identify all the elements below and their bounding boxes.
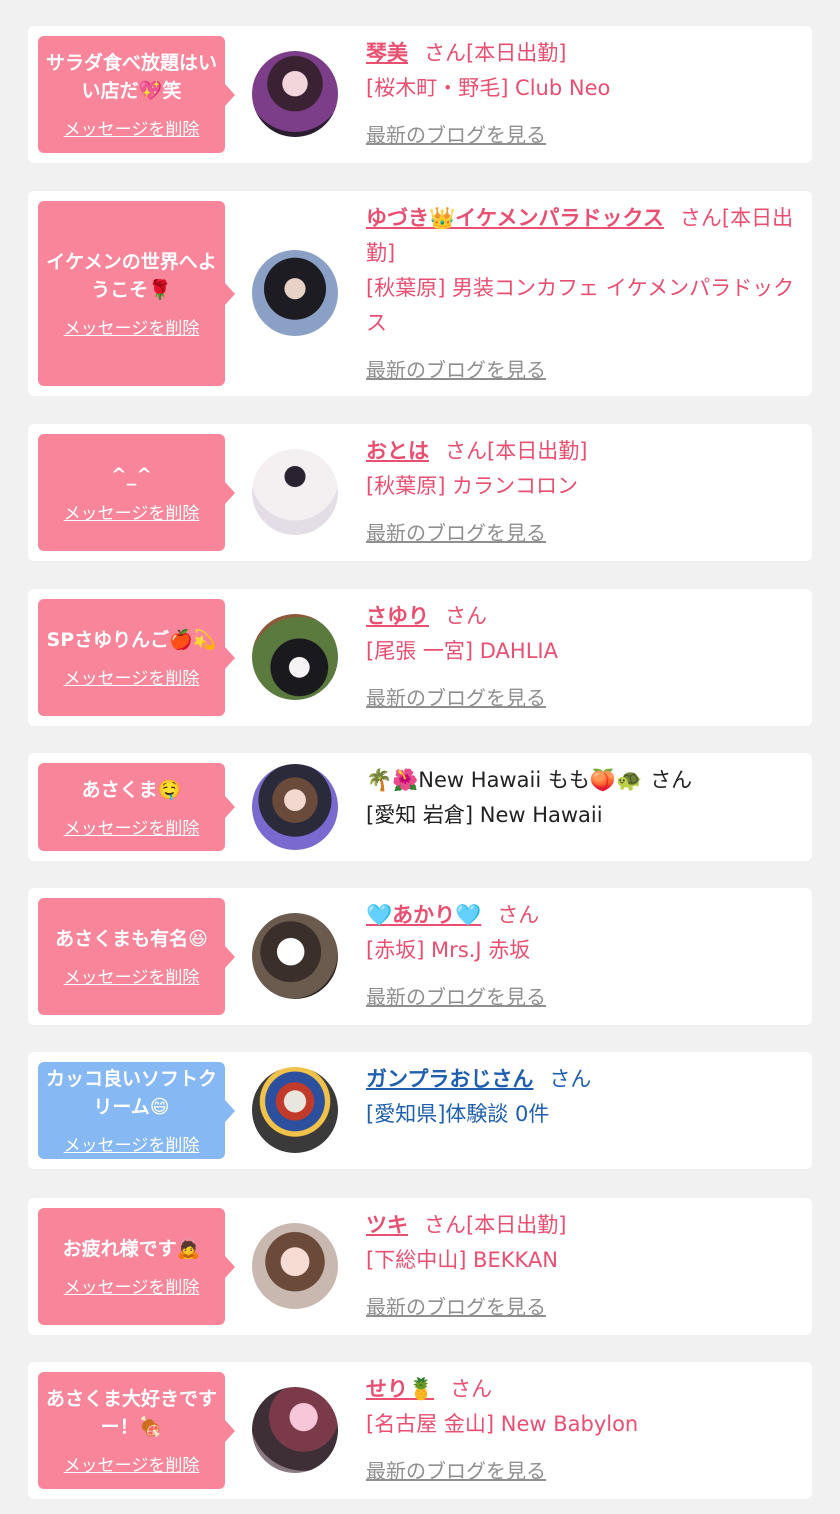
profile-name-link[interactable]: ツキ [366, 1213, 408, 1237]
shop-label: [赤坂] Mrs.J 赤坂 [366, 938, 531, 962]
profile-info: おとは さん[本日出勤] [秋葉原] カランコロン 最新のブログを見る [366, 434, 800, 551]
shop-label: [秋葉原] 男装コンカフェ イケメンパラドックス [366, 276, 795, 335]
shop-label: [秋葉原] カランコロン [366, 474, 579, 498]
honorific-status: さん [450, 1377, 493, 1401]
avatar[interactable] [252, 1387, 338, 1473]
delete-message-link[interactable]: メッセージを削除 [64, 115, 200, 140]
delete-message-link[interactable]: メッセージを削除 [64, 814, 200, 839]
favorite-card: イケメンの世界へようこそ🌹 メッセージを削除 ゆづき👑イケメンパラドックス さん[… [28, 191, 812, 396]
latest-blog-link[interactable]: 最新のブログを見る [366, 1290, 800, 1325]
delete-message-link[interactable]: メッセージを削除 [64, 314, 200, 339]
shop-label: [下総中山] BEKKAN [366, 1248, 558, 1272]
profile-info: ゆづき👑イケメンパラドックス さん[本日出勤] [秋葉原] 男装コンカフェ イケメ… [366, 201, 800, 388]
message-text: ^_^ [110, 464, 153, 486]
avatar[interactable] [252, 913, 338, 999]
message-text: イケメンの世界へようこそ🌹 [46, 251, 217, 301]
delete-message-link[interactable]: メッセージを削除 [64, 664, 200, 689]
profile-info: さゆり さん [尾張 一宮] DAHLIA 最新のブログを見る [366, 599, 800, 716]
latest-blog-link[interactable]: 最新のブログを見る [366, 681, 800, 716]
message-text: サラダ食べ放題はいい店だ💖笑 [46, 52, 218, 102]
shop-label: [桜木町・野毛] Club Neo [366, 76, 611, 100]
favorite-card: カッコ良いソフトクリーム😄 メッセージを削除 ガンプラおじさん さん [愛知県]体… [28, 1052, 812, 1169]
message-bubble: SPさゆりんご🍎💫 メッセージを削除 [38, 599, 235, 716]
message-bubble: カッコ良いソフトクリーム😄 メッセージを削除 [38, 1062, 235, 1159]
shop-label: [尾張 一宮] DAHLIA [366, 639, 558, 663]
latest-blog-link[interactable]: 最新のブログを見る [366, 118, 800, 153]
favorite-card: SPさゆりんご🍎💫 メッセージを削除 さゆり さん [尾張 一宮] DAHLIA … [28, 589, 812, 726]
honorific-status: さん[本日出勤] [424, 41, 567, 65]
message-bubble: サラダ食べ放題はいい店だ💖笑 メッセージを削除 [38, 36, 235, 153]
delete-message-link[interactable]: メッセージを削除 [64, 963, 200, 988]
profile-name-link[interactable]: さゆり [366, 604, 429, 628]
message-text: SPさゆりんご🍎💫 [46, 629, 217, 651]
profile-info: 🌴🌺New Hawaii もも🍑🐢 さん [愛知 岩倉] New Hawaii [366, 763, 800, 833]
avatar[interactable] [252, 449, 338, 535]
message-text: あさくま🤤 [81, 778, 182, 801]
delete-message-link[interactable]: メッセージを削除 [64, 1131, 200, 1156]
profile-name-link[interactable]: ゆづき👑イケメンパラドックス [366, 206, 664, 230]
honorific-status: さん[本日出勤] [424, 1213, 567, 1237]
honorific-status: さん [445, 604, 487, 628]
avatar[interactable] [252, 250, 338, 336]
shop-label: [愛知 岩倉] New Hawaii [366, 803, 603, 827]
honorific-status: さん [650, 768, 693, 792]
honorific-status: さん [497, 903, 540, 927]
message-bubble: あさくま🤤 メッセージを削除 [38, 763, 235, 851]
latest-blog-link[interactable]: 最新のブログを見る [366, 980, 800, 1015]
shop-label: [名古屋 金山] New Babylon [366, 1412, 639, 1436]
favorite-card: お疲れ様です🙇 メッセージを削除 ツキ さん[本日出勤] [下総中山] BEKKA… [28, 1198, 812, 1335]
message-bubble: あさくま大好きですー！🍖 メッセージを削除 [38, 1372, 235, 1489]
honorific-status: さん[本日出勤] [445, 439, 588, 463]
profile-name-link[interactable]: 琴美 [366, 41, 408, 65]
delete-message-link[interactable]: メッセージを削除 [64, 1451, 200, 1476]
profile-info: せり🍍 さん [名古屋 金山] New Babylon 最新のブログを見る [366, 1372, 800, 1489]
profile-name-link[interactable]: おとは [366, 439, 429, 463]
profile-info: 琴美 さん[本日出勤] [桜木町・野毛] Club Neo 最新のブログを見る [366, 36, 800, 153]
favorite-card: あさくまも有名😆 メッセージを削除 🩵あかり🩵 さん [赤坂] Mrs.J 赤坂 … [28, 888, 812, 1025]
favorites-message-list: サラダ食べ放題はいい店だ💖笑 メッセージを削除 琴美 さん[本日出勤] [桜木町・… [0, 0, 840, 1514]
profile-info: 🩵あかり🩵 さん [赤坂] Mrs.J 赤坂 最新のブログを見る [366, 898, 800, 1015]
avatar[interactable] [252, 764, 338, 850]
message-text: あさくま大好きですー！🍖 [46, 1388, 218, 1438]
delete-message-link[interactable]: メッセージを削除 [64, 1273, 200, 1298]
message-bubble: イケメンの世界へようこそ🌹 メッセージを削除 [38, 201, 235, 386]
message-text: あさくまも有名😆 [55, 928, 208, 950]
avatar[interactable] [252, 614, 338, 700]
profile-name-link[interactable]: ガンプラおじさん [366, 1067, 533, 1091]
profile-name-link[interactable]: せり🍍 [366, 1377, 434, 1401]
message-text: お疲れ様です🙇 [62, 1238, 201, 1260]
avatar[interactable] [252, 1067, 338, 1153]
avatar[interactable] [252, 51, 338, 137]
latest-blog-link[interactable]: 最新のブログを見る [366, 353, 800, 388]
message-bubble: お疲れ様です🙇 メッセージを削除 [38, 1208, 235, 1325]
profile-info: ツキ さん[本日出勤] [下総中山] BEKKAN 最新のブログを見る [366, 1208, 800, 1325]
delete-message-link[interactable]: メッセージを削除 [64, 499, 200, 524]
latest-blog-link[interactable]: 最新のブログを見る [366, 516, 800, 551]
favorite-card: あさくま🤤 メッセージを削除 🌴🌺New Hawaii もも🍑🐢 さん [愛知 岩… [28, 753, 812, 861]
profile-info: ガンプラおじさん さん [愛知県]体験談 0件 [366, 1062, 800, 1132]
favorite-card: サラダ食べ放題はいい店だ💖笑 メッセージを削除 琴美 さん[本日出勤] [桜木町・… [28, 26, 812, 163]
message-bubble: あさくまも有名😆 メッセージを削除 [38, 898, 235, 1015]
profile-name-link[interactable]: 🩵あかり🩵 [366, 903, 481, 927]
avatar[interactable] [252, 1223, 338, 1309]
favorite-card: あさくま大好きですー！🍖 メッセージを削除 せり🍍 さん [名古屋 金山] New… [28, 1362, 812, 1499]
message-bubble: ^_^ メッセージを削除 [38, 434, 235, 551]
favorite-card: ^_^ メッセージを削除 おとは さん[本日出勤] [秋葉原] カランコロン 最新… [28, 424, 812, 561]
honorific-status: さん [549, 1067, 592, 1091]
latest-blog-link[interactable]: 最新のブログを見る [366, 1454, 800, 1489]
shop-label: [愛知県]体験談 0件 [366, 1102, 550, 1126]
profile-name: 🌴🌺New Hawaii もも🍑🐢 [366, 768, 643, 792]
message-text: カッコ良いソフトクリーム😄 [46, 1068, 218, 1118]
